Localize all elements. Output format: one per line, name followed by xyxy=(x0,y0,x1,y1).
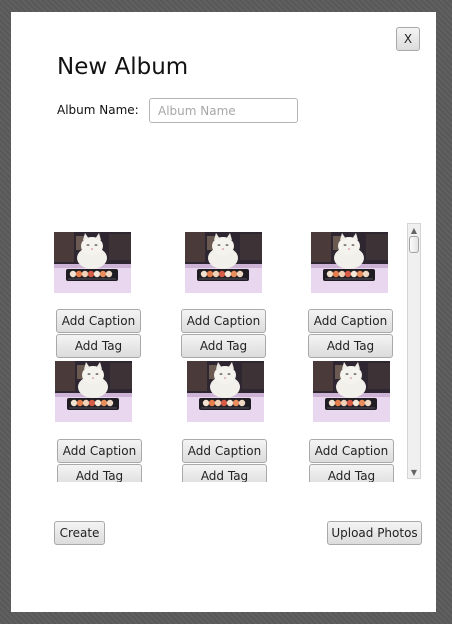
add-tag-button[interactable]: Add Tag xyxy=(181,334,266,358)
photo-thumbnail[interactable] xyxy=(187,361,264,422)
add-tag-button[interactable]: Add Tag xyxy=(182,464,267,482)
add-caption-button[interactable]: Add Caption xyxy=(308,309,393,333)
close-button[interactable]: X xyxy=(396,27,420,51)
photo-thumbnail[interactable] xyxy=(54,232,131,293)
add-caption-button[interactable]: Add Caption xyxy=(57,439,142,463)
album-name-input[interactable] xyxy=(149,98,298,123)
add-tag-button[interactable]: Add Tag xyxy=(309,464,394,482)
photo-thumbnail[interactable] xyxy=(311,232,388,293)
add-tag-button[interactable]: Add Tag xyxy=(57,464,142,482)
add-tag-button[interactable]: Add Tag xyxy=(308,334,393,358)
add-caption-button[interactable]: Add Caption xyxy=(182,439,267,463)
photo-grid: Add Caption Add Tag Add Caption Add Tag xyxy=(49,224,404,482)
scroll-thumb[interactable] xyxy=(409,236,419,253)
upload-photos-button[interactable]: Upload Photos xyxy=(327,521,422,545)
new-album-dialog: X New Album Album Name: Add Caption Add … xyxy=(11,12,436,612)
page-title: New Album xyxy=(57,54,189,80)
add-caption-button[interactable]: Add Caption xyxy=(309,439,394,463)
photo-thumbnail[interactable] xyxy=(185,232,262,293)
album-name-label: Album Name: xyxy=(57,103,139,117)
scroll-down-arrow-icon[interactable]: ▼ xyxy=(408,466,420,478)
add-caption-button[interactable]: Add Caption xyxy=(56,309,141,333)
photo-thumbnail[interactable] xyxy=(55,361,132,422)
create-button[interactable]: Create xyxy=(54,521,105,545)
scroll-up-arrow-icon[interactable]: ▲ xyxy=(408,224,420,236)
photo-thumbnail[interactable] xyxy=(313,361,390,422)
vertical-scrollbar[interactable]: ▲ ▼ xyxy=(407,223,421,479)
add-tag-button[interactable]: Add Tag xyxy=(56,334,141,358)
add-caption-button[interactable]: Add Caption xyxy=(181,309,266,333)
